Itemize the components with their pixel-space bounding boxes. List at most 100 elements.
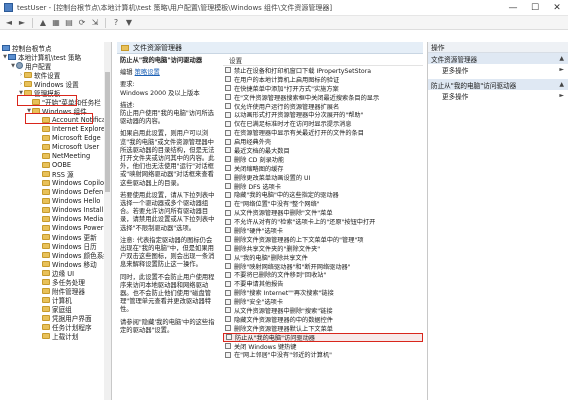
scrollbar-thumb[interactable] — [105, 72, 110, 192]
setting-row[interactable]: 关闭 Windows 键热键 — [223, 342, 423, 351]
tree-item-windows-copilot[interactable]: Windows Copilo — [42, 178, 104, 187]
setting-row[interactable]: 删除文件资源管理器的上下文菜单中的"管理"项 — [223, 235, 423, 244]
setting-row[interactable]: 删除更改菜单动画设置的 UI — [223, 173, 423, 182]
setting-label: 删除文件资源管理器默认上下文菜单 — [234, 325, 333, 333]
setting-row[interactable]: 从文件资源管理器中删除"文件"菜单 — [223, 208, 423, 217]
setting-label: 最近文档的最大数目 — [234, 147, 290, 155]
filter-icon[interactable]: ▼ — [124, 18, 134, 28]
setting-label: 从"我的电脑"删除共享文件 — [234, 254, 308, 262]
setting-row[interactable]: 在资源管理器中显示有关最近打开的文件的条目 — [223, 128, 423, 137]
setting-label: 防止从"我的电脑"访问驱动器 — [235, 334, 315, 342]
setting-row[interactable]: 删除文件资源管理器默认上下文菜单 — [223, 324, 423, 333]
setting-label: 删除"搜索 Internet""再次搜索"链接 — [234, 290, 334, 298]
setting-row[interactable]: 隐藏"我的电脑"中的这些指定的驱动器 — [223, 190, 423, 199]
back-icon[interactable]: ◄ — [4, 18, 14, 28]
collapse-icon[interactable]: ▲ — [559, 81, 564, 88]
tree-scrollbar[interactable] — [104, 42, 111, 400]
setting-row[interactable]: 启用经典外壳 — [223, 137, 423, 146]
tree-item-microsoft-edge[interactable]: Microsoft Edge — [42, 133, 101, 142]
setting-row[interactable]: 不要申请其他报告 — [223, 279, 423, 288]
setting-label: 删除文件资源管理器的上下文菜单中的"管理"项 — [234, 236, 364, 244]
actions-section-policy[interactable]: 防止从"我的电脑"访问驱动器 ▲ — [428, 79, 568, 90]
description-pane: 防止从"我的电脑"访问驱动器 编辑 策略设置 要求: Windows 2000 … — [117, 55, 220, 400]
window-controls: — ☐ ✕ — [502, 0, 568, 16]
setting-label: 不要将已删除的文件移到"回收站" — [234, 272, 327, 280]
description-p6: 请参阅"隐藏'我的电脑'中的这些指定的驱动器"设置。 — [120, 318, 215, 334]
tree-item-windows-defender[interactable]: Windows Defen — [42, 187, 103, 196]
help-icon[interactable]: ? — [111, 18, 121, 28]
maximize-button[interactable]: ☐ — [524, 0, 546, 16]
setting-row[interactable]: 防止从"我的电脑"访问驱动器 — [223, 332, 423, 342]
close-button[interactable]: ✕ — [546, 0, 568, 16]
tree-item-label: Windows Media — [52, 214, 104, 223]
setting-row[interactable]: 不要将已删除的文件移到"回收站" — [223, 270, 423, 279]
tree-item-microsoft-user[interactable]: Microsoft User — [42, 142, 99, 151]
setting-row[interactable]: 在快捷菜单中添加"打开方式"实施方案 — [223, 84, 423, 93]
setting-row[interactable]: 在"网络位置"中没有"整个网络" — [223, 199, 423, 208]
setting-row[interactable]: 删除"映射网络驱动器"和"断开网络驱动器" — [223, 262, 423, 271]
settings-column-header[interactable]: 设置 — [223, 55, 423, 66]
policy-setting-icon — [225, 263, 231, 270]
setting-row[interactable]: 仅允许使用户运行的资源管理器扩展名 — [223, 102, 423, 111]
tree-item-windows-hello[interactable]: Windows Hello — [42, 196, 100, 205]
setting-row[interactable]: 在用户的本地计算机上启用图标的验证 — [223, 75, 423, 84]
setting-row[interactable]: 删除"硬件"选项卡 — [223, 226, 423, 235]
policy-setting-icon — [225, 94, 231, 101]
folder-icon — [42, 179, 50, 186]
setting-row[interactable]: 以动画形式打开资源管理器中分次展开的"帮助" — [223, 110, 423, 119]
setting-row[interactable]: 仅在已满足标准时才在访问时显示提示消息 — [223, 119, 423, 128]
tree-item-upload-plan[interactable]: 上载计划 — [42, 331, 79, 341]
actions-pane: 操作 文件资源管理器 ▲ 更多操作 ► 防止从"我的电脑"访问驱动器 ▲ 更多操… — [427, 42, 568, 400]
tree-item-label: Windows Defen — [52, 187, 104, 196]
setting-row[interactable]: 不允许从对有的"检索"选项卡上的"还原"按钮中打开 — [223, 217, 423, 226]
more-actions-label: 更多操作 — [442, 92, 469, 101]
policy-setting-icon — [225, 165, 231, 172]
setting-row[interactable]: 最近文档的最大数目 — [223, 146, 423, 155]
setting-row[interactable]: 从"我的电脑"删除共享文件 — [223, 253, 423, 262]
setting-row[interactable]: 隐藏文件资源管理器的中的数据控件 — [223, 315, 423, 324]
tree-item-windows-installer[interactable]: Windows Install — [42, 205, 103, 214]
minimize-button[interactable]: — — [502, 0, 524, 16]
policy-settings-link[interactable]: 策略设置 — [135, 69, 160, 76]
folder-icon — [42, 197, 50, 204]
description-p3: 若要使用此设置，请从下拉列表中选择一个驱动器或多个驱动器组合。若要允许访问所有驱… — [120, 191, 215, 232]
setting-label: 在"网上邻居"中没有"邻近的计算机" — [234, 352, 333, 360]
up-icon[interactable]: ▲ — [38, 18, 48, 28]
setting-row[interactable]: 在"文件资源管理器搜索框中关闭最近搜索条目的显示 — [223, 93, 423, 102]
policy-setting-icon — [225, 271, 231, 278]
tree-item-rss[interactable]: RSS 源 — [42, 169, 74, 179]
folder-icon — [42, 188, 50, 195]
policy-setting-icon — [225, 129, 231, 136]
setting-row[interactable]: 从文件资源管理器中删除"搜索"链接 — [223, 306, 423, 315]
properties-icon[interactable]: ▤ — [64, 18, 74, 28]
tree-item-windows-media[interactable]: Windows Media — [42, 214, 103, 223]
policy-setting-icon — [225, 103, 231, 109]
setting-row[interactable]: 关闭缩略图的缓存 — [223, 164, 423, 173]
setting-row[interactable]: 删除"安全"选项卡 — [223, 297, 423, 306]
forward-icon[interactable]: ► — [17, 18, 27, 28]
setting-row[interactable]: 删除"搜索 Internet""再次搜索"链接 — [223, 288, 423, 297]
setting-label: 从文件资源管理器中删除"搜索"链接 — [234, 308, 333, 315]
more-actions-1[interactable]: 更多操作 ► — [428, 64, 568, 75]
policy-setting-icon — [225, 316, 231, 323]
setting-row[interactable]: 禁止在设备和打印机窗口下载 IPropertySetStora — [223, 66, 423, 75]
tree-item-internet-explorer[interactable]: Internet Explorer — [42, 124, 108, 133]
tree-item-label: 上载计划 — [52, 332, 79, 341]
setting-row[interactable]: 删除共享文件夹的"删除文件夹" — [223, 244, 423, 253]
setting-label: 在资源管理器中显示有关最近打开的文件的条目 — [234, 130, 364, 138]
collapse-icon[interactable]: ▲ — [559, 55, 564, 62]
setting-row[interactable]: 删除 DFS 选项卡 — [223, 182, 423, 191]
requirements-label: 要求: — [120, 81, 135, 89]
show-tree-icon[interactable]: ▦ — [51, 18, 61, 28]
export-icon[interactable]: ⇲ — [90, 18, 100, 28]
more-actions-2[interactable]: 更多操作 ► — [428, 90, 568, 101]
tree-item-netmeeting[interactable]: NetMeeting — [42, 151, 90, 160]
setting-row[interactable]: 在"网上邻居"中没有"邻近的计算机" — [223, 351, 423, 360]
setting-row[interactable]: 删除 CD 刻录功能 — [223, 155, 423, 164]
folder-icon — [121, 44, 129, 51]
setting-label: 仅在已满足标准时才在访问时显示提示消息 — [234, 121, 352, 129]
policy-setting-icon — [225, 156, 231, 163]
actions-section-folder[interactable]: 文件资源管理器 ▲ — [428, 53, 568, 64]
refresh-icon[interactable]: ⟳ — [77, 18, 87, 28]
tree-item-label: Windows Copilo — [52, 178, 105, 187]
